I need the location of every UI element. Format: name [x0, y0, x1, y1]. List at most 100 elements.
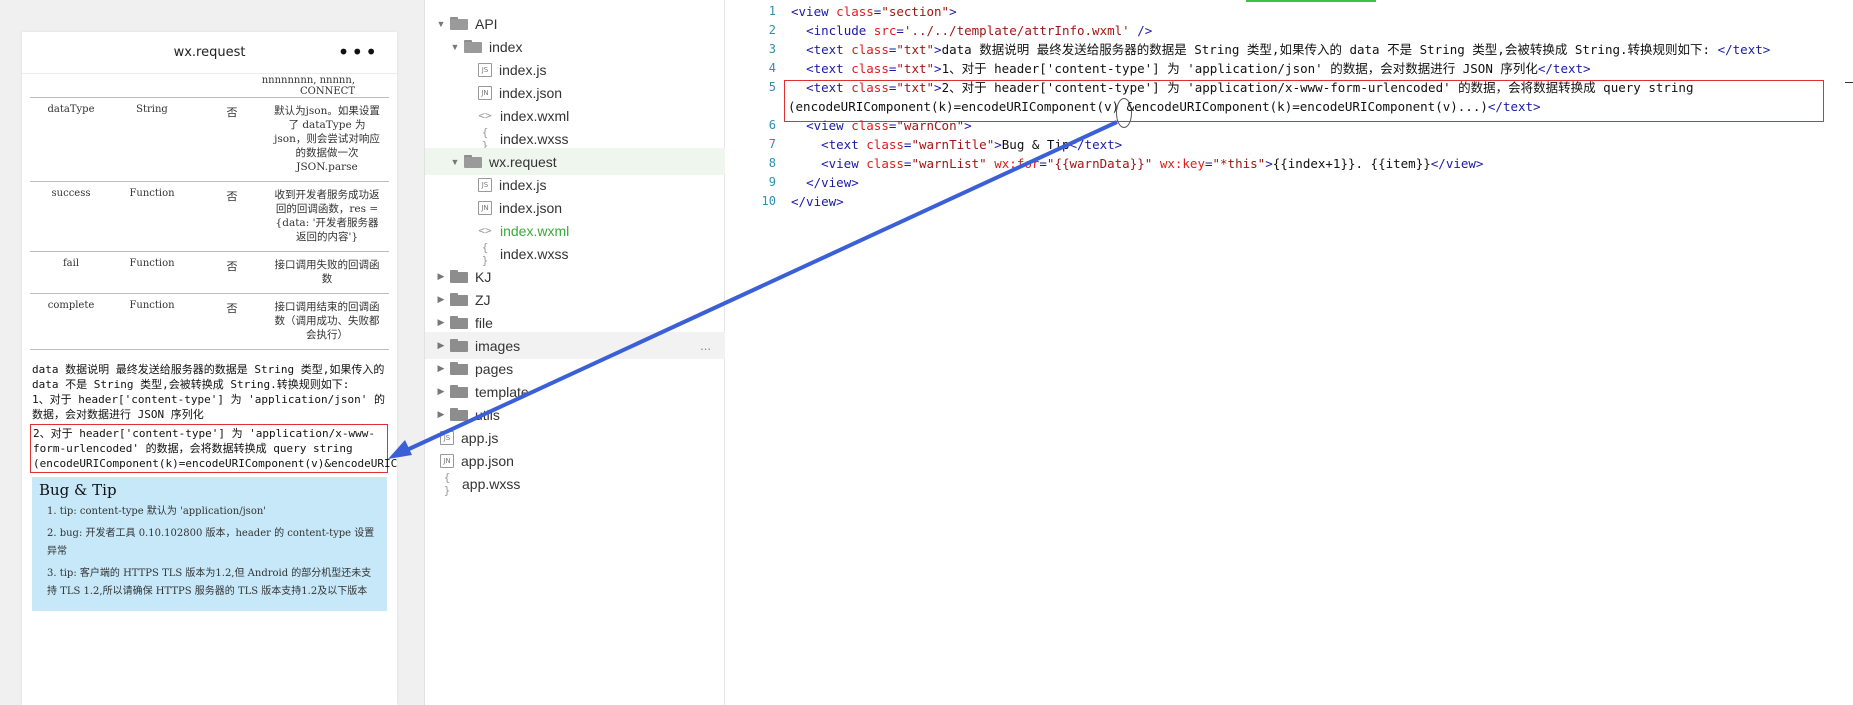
line-number: 9 [768, 175, 776, 189]
tree-item-label: index.wxss [500, 245, 569, 262]
code-line[interactable]: <view class="warnList" wx:for="{{warnDat… [791, 154, 1483, 173]
table-row: fail Function 否 接口调用失败的回调函数 [30, 251, 389, 293]
code-token: class [851, 42, 889, 57]
collapsed-arrow-icon[interactable]: ▶ [435, 271, 447, 282]
code-token: wx:for [994, 156, 1040, 171]
wxml-file-icon: <> [478, 109, 492, 122]
highlight-box: 2、对于 header['content-type'] 为 'applicati… [30, 424, 397, 473]
code-token: > [934, 80, 942, 95]
folder-icon [450, 385, 468, 398]
collapsed-arrow-icon[interactable]: ▶ [435, 386, 447, 397]
code-token: class [866, 137, 904, 152]
desc-text: data 数据说明 最终发送给服务器的数据是 String 类型,如果传入的 d… [32, 363, 391, 391]
folder-open-icon [464, 40, 482, 53]
code-token: <view [806, 118, 852, 133]
line-number: 3 [768, 42, 776, 56]
table-row: success Function 否 收到开发者服务成功返回的回调函数，res = {… [30, 181, 389, 251]
code-line[interactable]: <text class="txt">2、对于 header['content-t… [791, 78, 1693, 97]
line-number: 1 [768, 4, 776, 18]
code-token: </text> [1717, 42, 1771, 57]
more-options-icon[interactable]: ... [700, 338, 711, 353]
collapsed-arrow-icon[interactable]: ▶ [435, 317, 447, 328]
tree-item-label: template [475, 383, 529, 400]
param-name: complete [47, 300, 95, 311]
tree-item-label: index.wxss [500, 130, 569, 147]
param-required: 否 [226, 190, 238, 203]
line-number: 7 [768, 137, 776, 151]
collapsed-arrow-icon[interactable]: ▶ [435, 340, 447, 351]
table-cut-cell: nnnnnnnn, nnnnn, CONNECT [30, 75, 389, 97]
folder-icon [450, 270, 468, 283]
page-content[interactable]: nnnnnnnn, nnnnn, CONNECT dataType String 否… [22, 75, 397, 705]
table-cut-line: nnnnnnnn, nnnnn, [261, 75, 355, 86]
json-file-icon: JN [478, 200, 492, 215]
code-token: "warnList" [911, 156, 987, 171]
desc-rule-2: 2、对于 header['content-type'] 为 'applicati… [33, 427, 397, 470]
param-type: String [136, 104, 168, 115]
code-line[interactable]: <view class="warnCon"> [791, 116, 972, 135]
folder-icon [450, 316, 468, 329]
collapsed-arrow-icon[interactable]: ▶ [435, 409, 447, 420]
tree-item-label: pages [475, 360, 514, 377]
editor-scroll-mark [1845, 82, 1853, 83]
code-line[interactable]: <text class="txt">data 数据说明 最终发送给服务器的数据是… [791, 40, 1770, 59]
code-line[interactable]: <include src='../../template/attrInfo.wx… [791, 21, 1152, 40]
code-line[interactable]: </view> [791, 173, 859, 192]
code-token: src [873, 23, 897, 38]
line-number: 8 [768, 156, 776, 170]
data-description: data 数据说明 最终发送给服务器的数据是 String 类型,如果传入的 d… [30, 362, 397, 473]
phone-screen: wx.request ••• nnnnnnnn, nnnnn, CONNECT … [22, 32, 397, 705]
code-token: "section" [881, 4, 950, 19]
tree-item-label: index.json [499, 84, 563, 101]
param-required: 否 [226, 106, 238, 119]
wxml-file-icon: <> [478, 224, 492, 237]
collapsed-arrow-icon[interactable]: ▶ [435, 294, 447, 305]
code-token: > [964, 118, 972, 133]
code-line[interactable]: <view class="section"> [791, 2, 957, 21]
table-row: complete Function 否 接口调用结束的回调函数（调用成功、失败都会执行… [30, 293, 389, 349]
code-token: "warnTitle" [911, 137, 995, 152]
tree-item-label: index.wxml [500, 107, 570, 124]
code-token: "txt" [896, 61, 935, 76]
code-line[interactable]: <text class="warnTitle">Bug & Tip</text> [791, 135, 1122, 154]
expanded-arrow-icon[interactable]: ▼ [435, 19, 447, 29]
collapsed-arrow-icon[interactable]: ▶ [435, 363, 447, 374]
more-menu-icon[interactable]: ••• [338, 40, 379, 64]
code-token: data 数据说明 最终发送给服务器的数据是 String 类型,如果传入的 d… [941, 42, 1718, 57]
table-cut-line: CONNECT [300, 86, 355, 97]
tree-item-label: app.json [461, 452, 514, 469]
code-token: class [851, 80, 889, 95]
code-token: > [994, 137, 1002, 152]
code-editor[interactable]: 1 2 3 4 5 6 7 8 9 10 <view class="section"> <inclu… [726, 0, 1853, 705]
param-required: 否 [226, 302, 238, 315]
tree-item-app-wxss[interactable]: { } app.wxss [425, 470, 725, 497]
code-line[interactable]: (encodeURIComponent(k)=encodeURIComponen… [788, 97, 1541, 116]
folder-icon [450, 362, 468, 375]
line-number [726, 97, 776, 116]
nav-title: wx.request [173, 45, 246, 60]
code-line[interactable]: <text class="txt">1、对于 header['content-t… [791, 59, 1591, 78]
tree-item-label: images [475, 337, 521, 354]
code-line[interactable]: </view> [791, 192, 844, 211]
code-token: "warnCon" [896, 118, 965, 133]
code-token: > [934, 61, 942, 76]
code-token: <view [821, 156, 867, 171]
expanded-arrow-icon[interactable]: ▼ [449, 42, 461, 52]
tree-item-label: API [475, 15, 498, 32]
table-bottom-border [30, 349, 389, 350]
code-token: "txt" [896, 80, 935, 95]
expanded-arrow-icon[interactable]: ▼ [449, 157, 461, 167]
code-token: <text [806, 42, 852, 57]
file-tree: ▼ API ▼ index JS index.js JN index.json <> index.… [425, 0, 725, 705]
folder-icon [450, 293, 468, 306]
warn-container: Bug & Tip 1. tip: content-type 默认为 'appl… [32, 477, 387, 611]
json-file-icon: JN [440, 453, 454, 468]
folder-open-icon [450, 17, 468, 30]
warn-item: 2. bug: 开发者工具 0.10.102800 版本，header 的 co… [47, 528, 375, 557]
param-desc: 收到开发者服务成功返回的回调函数，res = {data: '开发者服务器返回的… [274, 189, 380, 243]
